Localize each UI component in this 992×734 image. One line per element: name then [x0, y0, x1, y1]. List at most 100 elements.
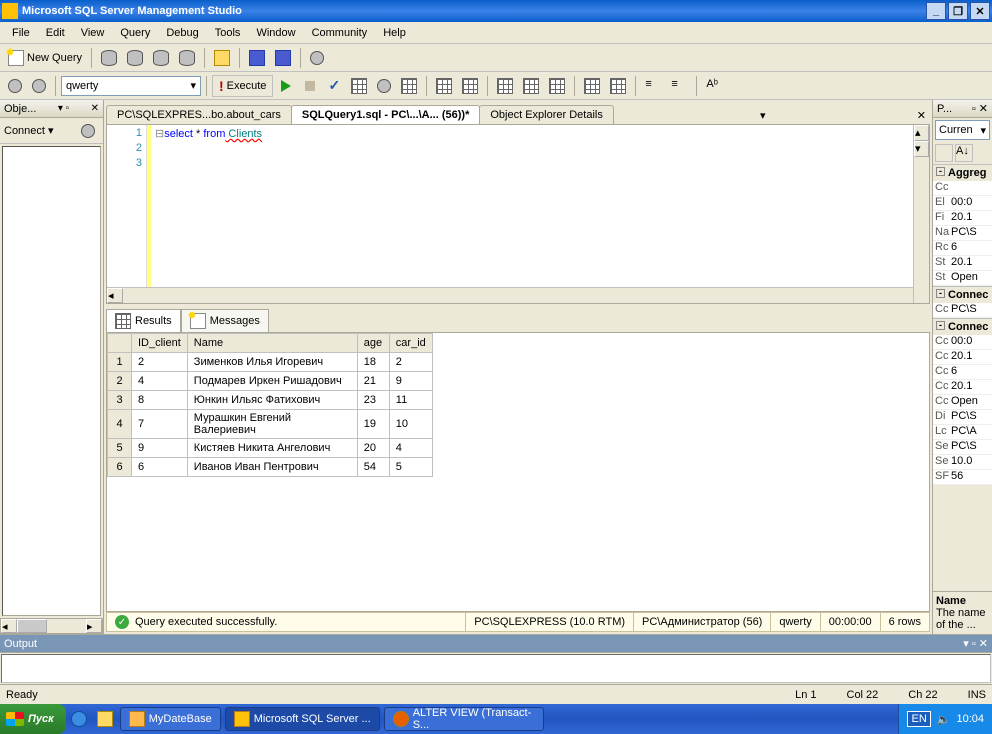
uncomment-button[interactable]: [606, 75, 630, 97]
property-row[interactable]: El00:0: [933, 196, 992, 211]
property-row[interactable]: DiPC\S: [933, 410, 992, 425]
results-grid[interactable]: ID_client Name age car_id 12Зименков Иль…: [106, 332, 930, 612]
property-row[interactable]: SePC\S: [933, 440, 992, 455]
start-button[interactable]: Пуск: [0, 704, 66, 734]
property-row[interactable]: Rc6: [933, 241, 992, 256]
property-row[interactable]: CcPC\S: [933, 303, 992, 318]
table-row[interactable]: 66Иванов Иван Пентрович545: [108, 458, 433, 477]
category-connection[interactable]: -Connec: [933, 286, 992, 303]
property-row[interactable]: Se10.0: [933, 455, 992, 470]
menu-community[interactable]: Community: [304, 24, 376, 42]
open-file-button[interactable]: [210, 47, 234, 69]
language-indicator[interactable]: EN: [907, 711, 930, 727]
results-grid-button[interactable]: [519, 75, 543, 97]
properties-object-selector[interactable]: Curren▾: [935, 120, 990, 140]
activity-monitor-button[interactable]: [306, 47, 328, 69]
object-explorer-close[interactable]: ✕: [91, 103, 99, 114]
property-row[interactable]: Cc6: [933, 365, 992, 380]
property-row[interactable]: Fi20.1: [933, 211, 992, 226]
property-row[interactable]: LcPC\A: [933, 425, 992, 440]
query-options-button[interactable]: [373, 75, 395, 97]
new-as-button[interactable]: [123, 47, 147, 69]
editor-content[interactable]: ⊟select * from Clients: [151, 125, 929, 287]
menu-window[interactable]: Window: [248, 24, 303, 42]
tab-object-explorer-details[interactable]: Object Explorer Details: [479, 105, 614, 124]
new-query-button[interactable]: New Query: [4, 47, 86, 69]
property-row[interactable]: NaPC\S: [933, 226, 992, 241]
disconnect-oe-button[interactable]: [77, 120, 99, 142]
close-tab-button[interactable]: ✕: [913, 107, 930, 124]
estimated-plan-button[interactable]: [347, 75, 371, 97]
menu-help[interactable]: Help: [375, 24, 414, 42]
sql-editor[interactable]: 1 2 3 ⊟select * from Clients ▴▾ ◂▸: [106, 124, 930, 304]
property-row[interactable]: Cc20.1: [933, 350, 992, 365]
property-row[interactable]: Cc20.1: [933, 380, 992, 395]
object-explorer-hscroll[interactable]: ◂▸: [0, 618, 103, 634]
object-explorer-tree[interactable]: [2, 146, 101, 616]
new-dmx-button[interactable]: [175, 47, 199, 69]
table-row[interactable]: 38Юнкин Ильяс Фатихович2311: [108, 391, 433, 410]
property-row[interactable]: St20.1: [933, 256, 992, 271]
column-id-client[interactable]: ID_client: [132, 334, 188, 353]
minimize-button[interactable]: _: [926, 2, 946, 20]
tab-messages[interactable]: Messages: [181, 309, 269, 332]
table-row[interactable]: 47Мурашкин Евгений Валериевич1910: [108, 410, 433, 439]
table-row[interactable]: 12Зименков Илья Игоревич182: [108, 353, 433, 372]
results-text-button[interactable]: [493, 75, 517, 97]
task-mydatebase[interactable]: MyDateBase: [120, 707, 221, 731]
quick-launch-explorer[interactable]: [94, 708, 116, 730]
tab-about-cars[interactable]: PC\SQLEXPRES...bo.about_cars: [106, 105, 292, 124]
intellisense-button[interactable]: [397, 75, 421, 97]
alphabetical-button[interactable]: A↓: [955, 144, 973, 162]
actual-plan-button[interactable]: [432, 75, 456, 97]
parse-button[interactable]: ✓: [323, 75, 345, 97]
property-row[interactable]: StOpen: [933, 271, 992, 286]
results-file-button[interactable]: [545, 75, 569, 97]
table-row[interactable]: 24Подмарев Иркен Ришадович219: [108, 372, 433, 391]
save-button[interactable]: [245, 47, 269, 69]
menu-file[interactable]: File: [4, 24, 38, 42]
connect-button[interactable]: Connect ▾: [4, 124, 54, 137]
column-age[interactable]: age: [357, 334, 389, 353]
close-button[interactable]: ✕: [970, 2, 990, 20]
table-row[interactable]: 59Кистяев Никита Ангелович204: [108, 439, 433, 458]
editor-vscroll[interactable]: ▴▾: [913, 125, 929, 303]
disconnect-button[interactable]: [28, 75, 50, 97]
property-row[interactable]: Cc00:0: [933, 335, 992, 350]
category-aggregate[interactable]: -Aggreg: [933, 164, 992, 181]
maximize-button[interactable]: ❐: [948, 2, 968, 20]
task-ssms[interactable]: Microsoft SQL Server ...: [225, 707, 380, 731]
property-row[interactable]: SF56: [933, 470, 992, 485]
indent-button[interactable]: ≡: [641, 75, 665, 97]
property-row[interactable]: Cc: [933, 181, 992, 196]
comment-button[interactable]: [580, 75, 604, 97]
menu-view[interactable]: View: [73, 24, 113, 42]
categorized-button[interactable]: [935, 144, 953, 162]
outdent-button[interactable]: ≡: [667, 75, 691, 97]
task-firefox[interactable]: ALTER VIEW (Transact-S...: [384, 707, 544, 731]
menu-tools[interactable]: Tools: [207, 24, 249, 42]
execute-button[interactable]: ! Execute: [212, 75, 273, 97]
category-connection-details[interactable]: -Connec: [933, 318, 992, 335]
active-files-button[interactable]: ▾: [756, 107, 770, 124]
new-ce-button[interactable]: [149, 47, 173, 69]
menu-edit[interactable]: Edit: [38, 24, 73, 42]
cancel-query-button[interactable]: [299, 75, 321, 97]
tray-clock[interactable]: 10:04: [956, 713, 984, 725]
output-body[interactable]: [1, 654, 991, 683]
database-selector[interactable]: qwerty ▾: [61, 76, 201, 96]
debug-button[interactable]: [275, 75, 297, 97]
change-connection-button[interactable]: [4, 75, 26, 97]
editor-hscroll[interactable]: ◂▸: [107, 287, 929, 303]
tab-sqlquery1[interactable]: SQLQuery1.sql - PC\...\A... (56))*: [291, 105, 480, 124]
tab-results[interactable]: Results: [106, 309, 181, 332]
menu-debug[interactable]: Debug: [158, 24, 206, 42]
new-db-engine-button[interactable]: [97, 47, 121, 69]
column-name[interactable]: Name: [187, 334, 357, 353]
menu-query[interactable]: Query: [112, 24, 158, 42]
column-car-id[interactable]: car_id: [389, 334, 432, 353]
save-all-button[interactable]: [271, 47, 295, 69]
quick-launch-ie[interactable]: [68, 708, 90, 730]
property-row[interactable]: CcOpen: [933, 395, 992, 410]
specify-values-button[interactable]: Aᵇ: [702, 75, 726, 97]
